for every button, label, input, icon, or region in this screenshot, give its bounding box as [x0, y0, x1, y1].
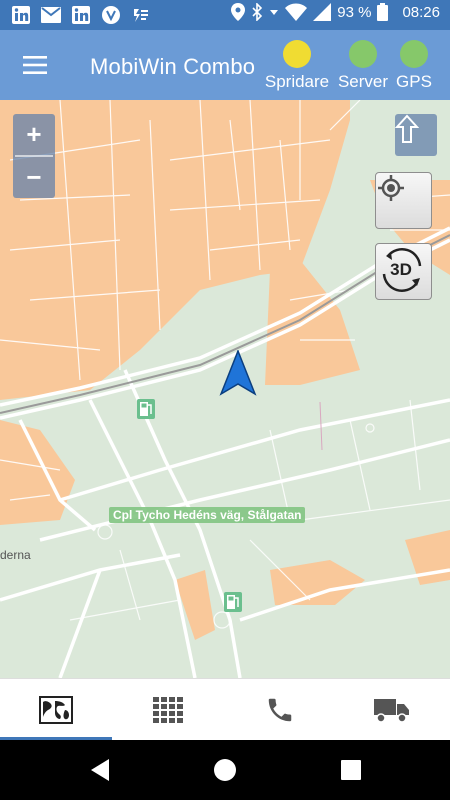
linkedin-icon	[10, 4, 32, 26]
status-dot	[400, 40, 428, 68]
linkedin-icon	[70, 4, 92, 26]
back-triangle-icon	[91, 759, 109, 781]
status-bar: 93 % 08:26	[0, 0, 450, 30]
toggle-3d-button[interactable]: 3D	[375, 243, 432, 300]
status-dot	[283, 40, 311, 68]
app-title: MobiWin Combo	[90, 54, 256, 79]
back-button[interactable]	[88, 758, 112, 782]
zoom-out-button[interactable]: −	[13, 157, 55, 198]
notification-icons	[10, 4, 152, 26]
nav-tab-map[interactable]	[0, 679, 112, 741]
recents-button[interactable]	[339, 758, 363, 782]
grid-icon	[153, 697, 183, 723]
map-icon	[39, 696, 73, 724]
indicator-label: Server	[337, 72, 389, 91]
battery-percent: 93 %	[337, 3, 372, 21]
rotate-3d-icon: 3D	[382, 248, 422, 292]
system-status: 93 % 08:26	[231, 3, 440, 21]
location-icon	[231, 3, 246, 21]
poi-label[interactable]: Cpl Tycho Hedéns väg, Stålgatan	[109, 507, 306, 523]
check-icon	[130, 4, 152, 26]
north-up-button[interactable]	[395, 114, 437, 156]
indicator-gps: GPS	[394, 36, 434, 92]
zoom-in-button[interactable]: +	[13, 114, 55, 155]
menu-button[interactable]	[12, 46, 58, 84]
zoom-control: + −	[13, 114, 55, 198]
mail-icon	[40, 4, 62, 26]
indicator-server: Server	[336, 36, 390, 92]
app-icon	[100, 4, 122, 26]
indicator-label: GPS	[396, 72, 432, 91]
current-position-arrow-icon	[219, 350, 257, 396]
bluetooth-icon	[252, 3, 263, 21]
locate-button[interactable]	[375, 172, 432, 229]
wifi-icon	[285, 3, 308, 21]
phone-icon	[268, 698, 292, 722]
place-label: derna	[0, 548, 31, 562]
bottom-navigation	[0, 678, 450, 741]
home-button[interactable]	[213, 758, 237, 782]
hamburger-icon	[23, 56, 47, 74]
indicator-label: Spridare	[264, 72, 330, 91]
button-3d-label: 3D	[390, 260, 412, 279]
vibrate-icon	[270, 10, 279, 15]
arrow-up-icon	[395, 114, 419, 143]
truck-icon	[374, 699, 409, 723]
crosshair-icon	[378, 175, 404, 201]
map-view[interactable]: Cpl Tycho Hedéns väg, Stålgatan derna + …	[0, 100, 450, 678]
fuel-station-icon[interactable]	[224, 592, 242, 612]
home-circle-icon	[214, 759, 236, 781]
app-bar: MobiWin Combo Spridare Server GPS	[0, 30, 450, 100]
indicator-spridare: Spridare	[262, 36, 332, 92]
recents-square-icon	[341, 760, 361, 780]
status-dot	[349, 40, 377, 68]
battery-icon	[377, 3, 389, 21]
fuel-station-icon[interactable]	[137, 399, 155, 419]
signal-icon	[313, 3, 332, 21]
nav-tab-grid[interactable]	[112, 679, 224, 741]
nav-tab-phone[interactable]	[224, 679, 336, 741]
clock: 08:26	[402, 3, 440, 21]
nav-tab-truck[interactable]	[336, 679, 448, 741]
system-navigation-bar	[0, 740, 450, 800]
